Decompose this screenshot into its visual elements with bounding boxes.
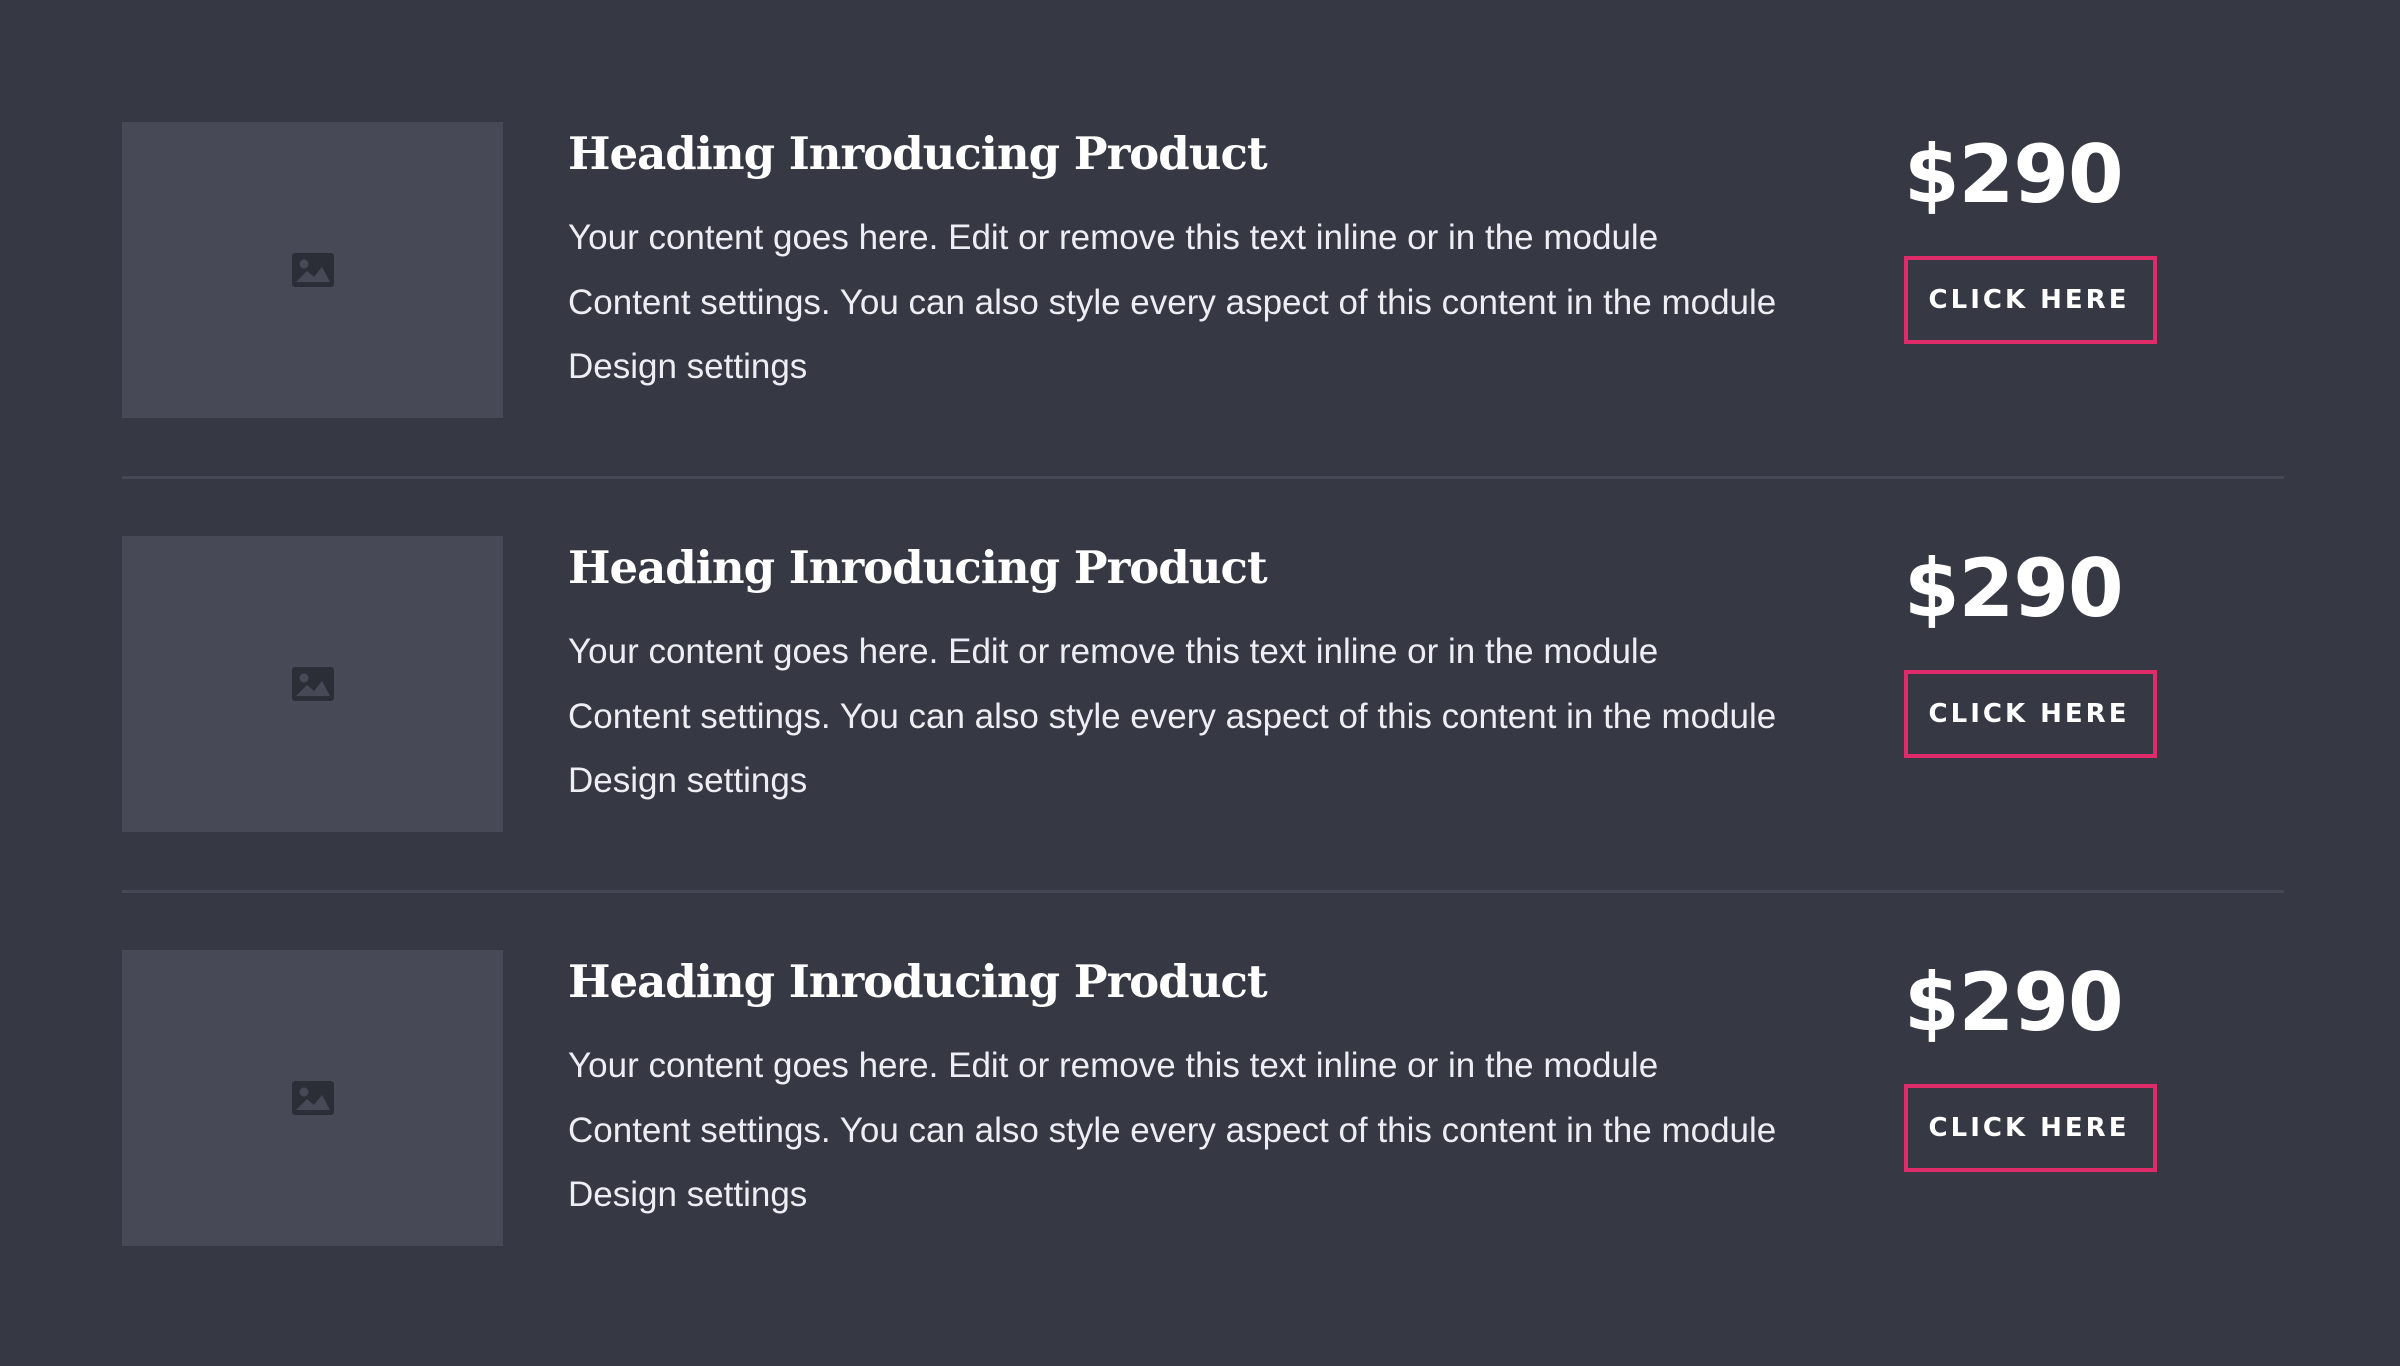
product-pricing: $290 CLICK HERE [1904,950,2157,1172]
product-row: Heading Inroducing Product Your content … [122,950,2284,1246]
product-image [122,122,503,418]
product-image [122,950,503,1246]
product-pricing: $290 CLICK HERE [1904,536,2157,758]
product-description: Your content goes here. Edit or remove t… [568,620,1968,814]
product-image [122,536,503,832]
product-list: Heading Inroducing Product Your content … [122,122,2284,1246]
product-price: $290 [1904,128,2124,221]
click-here-button[interactable]: CLICK HERE [1904,670,2157,758]
product-price: $290 [1904,956,2124,1049]
product-pricing: $290 CLICK HERE [1904,122,2157,344]
product-description: Your content goes here. Edit or remove t… [568,1034,1968,1228]
product-description: Your content goes here. Edit or remove t… [568,206,1968,400]
product-heading: Heading Inroducing Product [568,127,1268,180]
description-line: Your content goes here. Edit or remove t… [568,218,1659,257]
description-line: Content settings. You can also style eve… [568,282,1777,322]
product-row: Heading Inroducing Product Your content … [122,536,2284,893]
image-placeholder-icon [291,667,334,701]
description-line: Design settings [568,761,808,800]
description-line: Your content goes here. Edit or remove t… [568,632,1659,671]
row-divider [122,890,2284,893]
product-heading: Heading Inroducing Product [568,955,1268,1008]
product-heading: Heading Inroducing Product [568,541,1268,594]
description-line: Content settings. You can also style eve… [568,696,1777,736]
click-here-button[interactable]: CLICK HERE [1904,256,2157,344]
click-here-button[interactable]: CLICK HERE [1904,1084,2157,1172]
product-text: Heading Inroducing Product Your content … [568,536,1968,814]
description-line: Content settings. You can also style eve… [568,1110,1777,1150]
product-text: Heading Inroducing Product Your content … [568,122,1968,400]
product-text: Heading Inroducing Product Your content … [568,950,1968,1228]
product-price: $290 [1904,542,2124,635]
row-divider [122,476,2284,479]
description-line: Design settings [568,1175,808,1214]
description-line: Your content goes here. Edit or remove t… [568,1046,1659,1085]
image-placeholder-icon [291,253,334,287]
product-row: Heading Inroducing Product Your content … [122,122,2284,479]
description-line: Design settings [568,347,808,386]
image-placeholder-icon [291,1081,334,1115]
